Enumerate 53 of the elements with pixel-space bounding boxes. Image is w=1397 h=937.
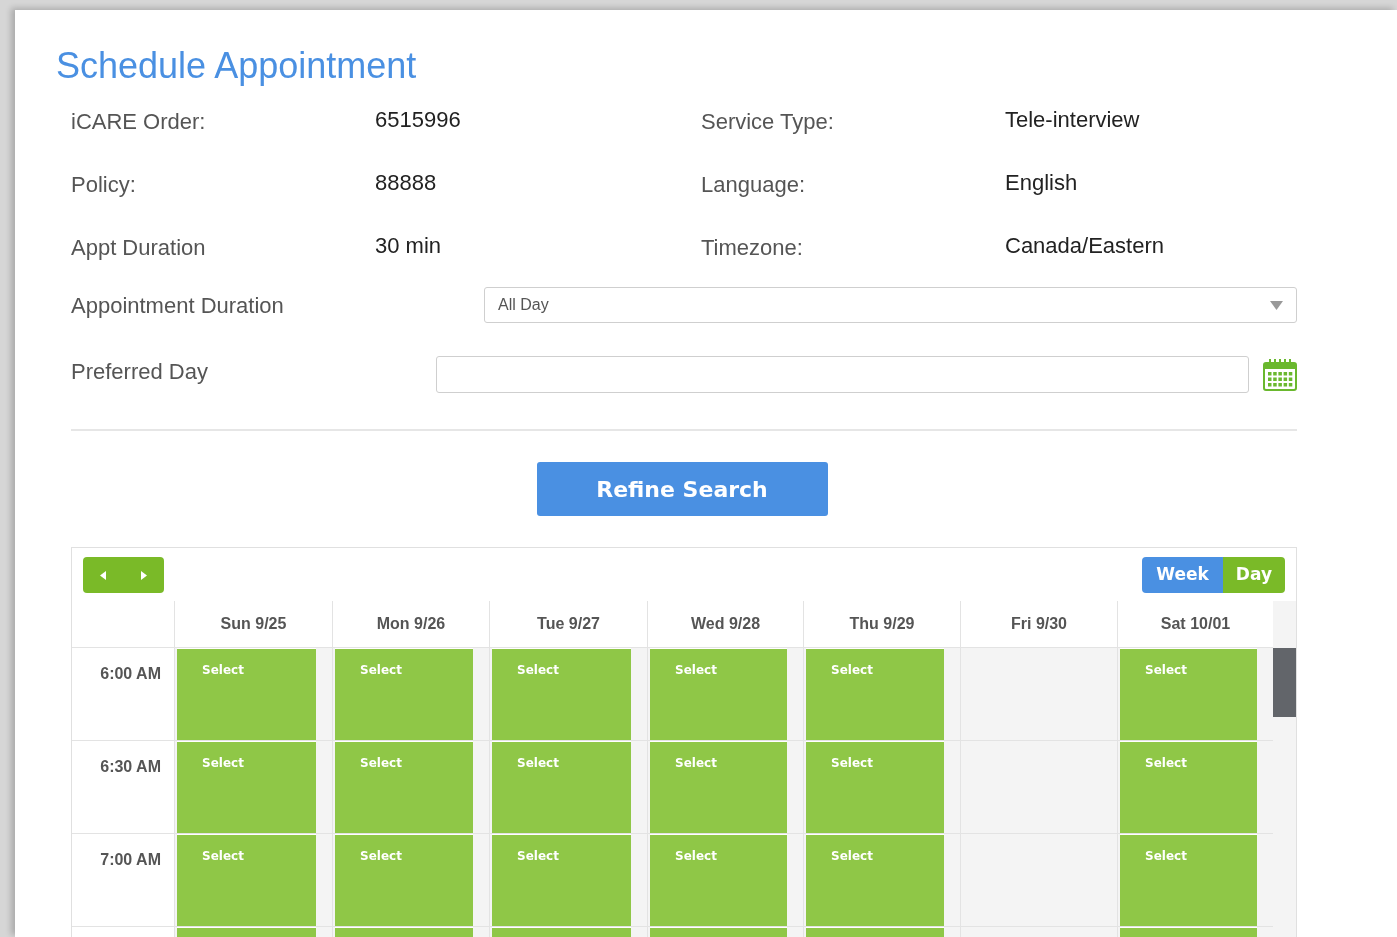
page-title: Schedule Appointment: [56, 44, 417, 88]
available-slot[interactable]: Select: [1120, 648, 1257, 740]
field-label: Appt Duration: [71, 234, 206, 262]
available-slot[interactable]: Select: [650, 834, 787, 926]
calendar-icon[interactable]: [1263, 358, 1297, 391]
field-label: Language:: [701, 171, 805, 199]
day-header: Fri 9/30: [1011, 614, 1067, 634]
available-slot[interactable]: Select: [492, 741, 631, 833]
available-slot[interactable]: Select: [492, 648, 631, 740]
day-header: Mon 9/26: [376, 614, 446, 634]
available-slot[interactable]: Select: [492, 834, 631, 926]
field-value: Tele-interview: [1005, 106, 1140, 134]
available-slot[interactable]: Select: [177, 834, 316, 926]
field-value: English: [1005, 169, 1078, 197]
available-slot[interactable]: Select: [177, 648, 316, 740]
available-slot[interactable]: Select: [1120, 741, 1257, 833]
right-caret-icon: [140, 570, 147, 580]
field-value: 30 min: [375, 232, 442, 260]
day-header: Tue 9/27: [537, 614, 600, 634]
date-input-field[interactable]: [436, 356, 1249, 393]
field-value: 88888: [375, 169, 437, 197]
available-slot[interactable]: Select: [335, 648, 473, 740]
available-slot[interactable]: Select: [335, 741, 473, 833]
day-header: Wed 9/28: [690, 614, 761, 634]
available-slot[interactable]: Select: [806, 834, 944, 926]
field-label: Preferred Day: [71, 358, 209, 386]
available-slot[interactable]: Select: [335, 834, 473, 926]
refine-search-button[interactable]: Refine Search: [536, 462, 828, 516]
field-label: iCARE Order:: [71, 108, 206, 136]
scrollbar-thumb[interactable]: [1273, 648, 1296, 717]
day-header: Sat 10/01: [1160, 614, 1231, 634]
field-label: Timezone:: [701, 234, 803, 262]
day-header: Sun 9/25: [220, 614, 287, 634]
available-slot[interactable]: Select: [177, 741, 316, 833]
field-label: Policy:: [71, 171, 136, 199]
field-value: 6515996: [375, 106, 461, 134]
duration-select[interactable]: All Day: [484, 287, 1297, 323]
time-label: 6:30 AM: [100, 757, 161, 777]
field-label: Service Type:: [701, 108, 834, 136]
view-tab[interactable]: Day: [1222, 557, 1285, 593]
view-tab[interactable]: Week: [1142, 557, 1223, 593]
available-slot[interactable]: Select: [650, 741, 787, 833]
available-slot[interactable]: Select: [650, 648, 787, 740]
day-header: Thu 9/29: [849, 614, 915, 634]
time-label: 7:00 AM: [100, 850, 161, 870]
left-caret-icon: [100, 570, 107, 580]
available-slot[interactable]: Select: [806, 741, 944, 833]
time-label: 6:00 AM: [100, 664, 161, 684]
field-value: Canada/Eastern: [1005, 232, 1164, 260]
field-label: Appointment Duration: [71, 291, 285, 320]
available-slot[interactable]: Select: [1120, 834, 1257, 926]
available-slot[interactable]: Select: [806, 648, 944, 740]
dropdown-caret-icon: [1270, 300, 1283, 310]
